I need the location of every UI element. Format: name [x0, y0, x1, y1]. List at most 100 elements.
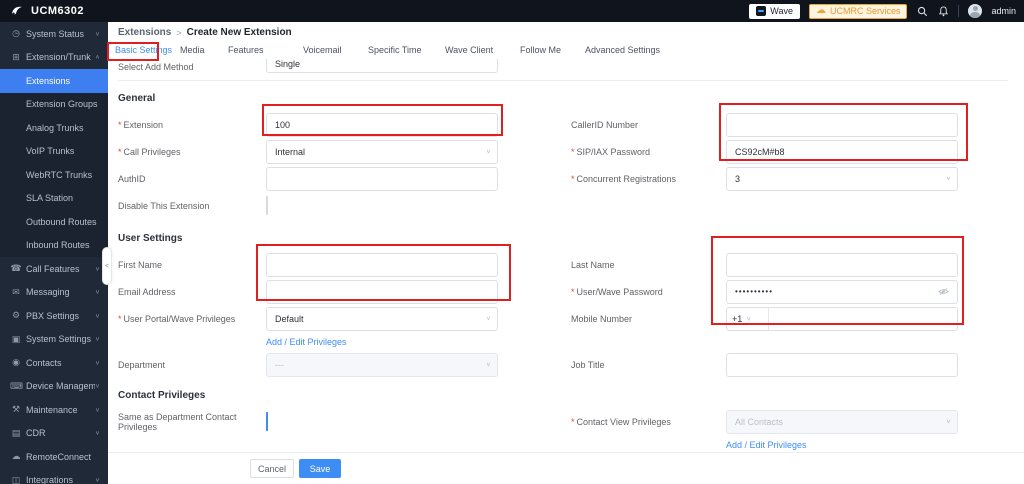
- job-title-input[interactable]: [726, 353, 958, 377]
- cloud-phone-icon: ☁: [11, 451, 21, 462]
- user-wave-password-label: * User/Wave Password: [571, 286, 663, 297]
- sidebar-item-analog-trunks[interactable]: Analog Trunks: [0, 116, 108, 140]
- sidebar-item-voip-trunks[interactable]: VoIP Trunks: [0, 139, 108, 163]
- call-privileges-select[interactable]: Internal: [266, 139, 498, 164]
- callerid-input[interactable]: [726, 112, 958, 137]
- chevron-down-icon: ∨: [94, 407, 100, 413]
- department-label: Department: [118, 360, 166, 370]
- page-title: Create New Extension: [186, 27, 292, 38]
- sidebar-item-extensions[interactable]: Extensions: [0, 69, 108, 93]
- chevron-down-icon: ∨: [485, 362, 491, 368]
- chevron-up-icon: ∧: [94, 54, 100, 61]
- gear-icon: ⚙: [11, 310, 21, 321]
- add-edit-privileges-link[interactable]: Add / Edit Privileges: [266, 337, 347, 347]
- tab-wave-client[interactable]: Wave Client: [445, 42, 493, 59]
- ucmrc-services-button[interactable]: ☁ UCMRC Services: [808, 3, 908, 19]
- person-icon: ◉: [12, 357, 20, 368]
- sidebar-item-remoteconnect[interactable]: ☁ RemoteConnect: [0, 445, 108, 469]
- tab-voicemail[interactable]: Voicemail: [303, 42, 342, 59]
- top-header: UCM6302 Wave ☁ UCMRC Services admin: [0, 0, 1024, 22]
- sip-password-input[interactable]: CS92cM#b8: [726, 139, 958, 164]
- tab-advanced-settings[interactable]: Advanced Settings: [585, 42, 660, 59]
- authid-label: AuthID: [118, 173, 146, 184]
- sidebar-item-inbound-routes[interactable]: Inbound Routes: [0, 233, 108, 257]
- sitemap-icon: ⊞: [12, 51, 20, 62]
- disable-extension-label: Disable This Extension: [118, 200, 210, 211]
- disable-extension-checkbox[interactable]: [266, 195, 268, 215]
- sidebar-item-maintenance[interactable]: ⚒ Maintenance ∨: [0, 398, 108, 422]
- contact-view-privileges-label: * Contact View Privileges: [571, 416, 671, 427]
- notification-bell-icon[interactable]: [937, 5, 949, 17]
- sidebar-item-sla-station[interactable]: SLA Station: [0, 186, 108, 210]
- last-name-input[interactable]: [726, 252, 958, 277]
- sidebar-item-messaging[interactable]: ✉ Messaging ∨: [0, 281, 108, 305]
- brand: UCM6302: [0, 4, 108, 18]
- sidebar-item-cdr[interactable]: ▤ CDR ∨: [0, 422, 108, 446]
- chevron-down-icon: ∨: [94, 336, 100, 343]
- sidebar-collapse-handle[interactable]: <: [102, 247, 112, 285]
- form-content: General * Extension 100 CallerID Number *…: [118, 80, 1008, 455]
- sidebar-item-call-features[interactable]: ☎ Call Features ∨: [0, 257, 108, 281]
- document-icon: ▤: [11, 427, 21, 438]
- user-portal-privileges-select[interactable]: Default: [266, 306, 498, 331]
- user-wave-password-input[interactable]: ••••••••••: [726, 279, 958, 304]
- call-privileges-label: * Call Privileges: [118, 146, 181, 157]
- save-button[interactable]: Save: [299, 459, 341, 478]
- tab-media[interactable]: Media: [180, 42, 205, 59]
- sidebar-item-extension-trunk[interactable]: ⊞ Extension/Trunk ∧: [0, 46, 108, 70]
- sidebar-nav: ◷ System Status ∨ ⊞ Extension/Trunk ∧ Ex…: [0, 22, 108, 484]
- job-title-label: Job Title: [571, 360, 605, 370]
- first-name-input[interactable]: [266, 252, 498, 277]
- sidebar-item-device-management[interactable]: ⌨ Device Management ∨: [0, 375, 108, 399]
- user-portal-privileges-label: * User Portal/Wave Privileges: [118, 313, 236, 324]
- cloud-icon: ☁: [815, 5, 826, 16]
- extension-label: * Extension: [118, 119, 164, 130]
- chevron-down-icon: ∨: [94, 430, 100, 437]
- department-select[interactable]: ---: [266, 353, 498, 377]
- chevron-down-icon: ∨: [94, 360, 100, 366]
- gauge-icon: ◷: [12, 28, 20, 39]
- search-icon[interactable]: [916, 5, 928, 17]
- grandstream-logo-icon: [12, 6, 22, 15]
- sidebar-item-webrtc-trunks[interactable]: WebRTC Trunks: [0, 163, 108, 187]
- tab-specific-time[interactable]: Specific Time: [368, 42, 422, 59]
- cancel-button[interactable]: Cancel: [250, 459, 294, 478]
- tab-follow-me[interactable]: Follow Me: [520, 42, 561, 59]
- chevron-down-icon: ∨: [94, 383, 100, 390]
- chevron-down-icon: ∨: [94, 313, 100, 319]
- wrench-icon: ⚒: [11, 404, 21, 415]
- sidebar-item-system-status[interactable]: ◷ System Status ∨: [0, 22, 108, 46]
- eye-off-icon[interactable]: [938, 287, 949, 296]
- sip-password-label: * SIP/IAX Password: [571, 146, 651, 157]
- sidebar-item-pbx-settings[interactable]: ⚙ PBX Settings ∨: [0, 304, 108, 328]
- sidebar-item-contacts[interactable]: ◉ Contacts ∨: [0, 351, 108, 375]
- tab-basic-settings[interactable]: Basic Settings: [115, 42, 172, 59]
- same-as-department-label: Same as Department Contact Privileges: [118, 411, 237, 432]
- avatar[interactable]: [968, 4, 983, 18]
- monitor-icon: ⌨: [10, 380, 23, 391]
- same-as-department-checkbox[interactable]: [266, 411, 268, 431]
- breadcrumb-extensions[interactable]: Extensions: [118, 27, 171, 38]
- concurrent-registrations-select[interactable]: 3: [726, 166, 958, 191]
- tab-features[interactable]: Features: [228, 42, 264, 59]
- country-code-select[interactable]: +1 ∨: [727, 307, 769, 330]
- authid-input[interactable]: [266, 166, 498, 191]
- wave-button[interactable]: Wave: [749, 3, 800, 19]
- add-edit-privileges-link-contact[interactable]: Add / Edit Privileges: [726, 440, 807, 450]
- chevron-down-icon: ∨: [94, 477, 100, 484]
- sidebar-item-extension-groups[interactable]: Extension Groups: [0, 92, 108, 116]
- contact-view-privileges-select[interactable]: All Contacts: [726, 409, 958, 434]
- email-input[interactable]: [266, 279, 498, 304]
- modules-icon: ◫: [11, 474, 21, 484]
- wave-icon: [756, 6, 767, 16]
- chevron-down-icon: ∨: [746, 316, 752, 322]
- concurrent-registrations-label: * Concurrent Registrations: [571, 173, 677, 184]
- sidebar-item-integrations[interactable]: ◫ Integrations ∨: [0, 469, 108, 484]
- email-label: Email Address: [118, 286, 176, 297]
- sidebar-item-outbound-routes[interactable]: Outbound Routes: [0, 210, 108, 234]
- main-panel: Extensions > Create New Extension Basic …: [108, 22, 1024, 484]
- chevron-down-icon: ∨: [94, 31, 100, 37]
- extension-input[interactable]: 100: [266, 112, 498, 137]
- sidebar-item-system-settings[interactable]: ▣ System Settings ∨: [0, 328, 108, 352]
- product-name: UCM6302: [31, 5, 85, 17]
